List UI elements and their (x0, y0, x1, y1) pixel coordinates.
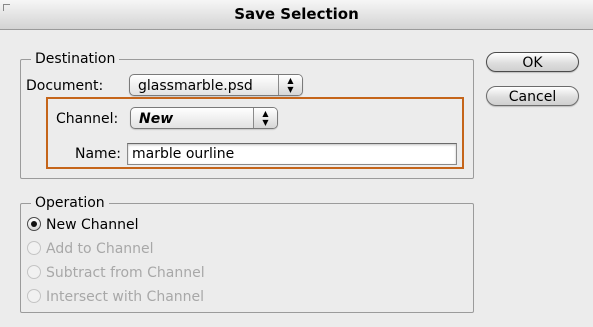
document-label: Document: (26, 78, 104, 94)
channel-popup[interactable]: New ▲ ▼ (130, 107, 278, 129)
radio-intersect-with-channel: Intersect with Channel (27, 288, 204, 306)
title-bar[interactable]: Save Selection (0, 0, 593, 30)
destination-legend: Destination (35, 51, 116, 67)
radio-add-to-channel: Add to Channel (27, 240, 154, 258)
window-corner-icon (3, 4, 10, 11)
radio-label: Subtract from Channel (46, 265, 205, 281)
radio-label: Add to Channel (46, 241, 154, 257)
channel-popup-value: New (139, 111, 174, 127)
radio-icon (27, 265, 41, 279)
save-selection-dialog: Save Selection Destination Document: gla… (0, 0, 593, 327)
name-input[interactable] (127, 143, 457, 165)
document-popup-value: glassmarble.psd (138, 78, 253, 94)
cancel-button[interactable]: Cancel (486, 86, 579, 106)
ok-button[interactable]: OK (486, 52, 579, 72)
radio-label: Intersect with Channel (46, 289, 205, 305)
window-title: Save Selection (234, 5, 359, 23)
operation-legend: Operation (35, 195, 105, 211)
document-popup[interactable]: glassmarble.psd ▲ ▼ (129, 74, 303, 96)
radio-new-channel[interactable]: New Channel (27, 216, 138, 234)
up-down-arrows-icon: ▲ ▼ (253, 108, 277, 128)
radio-icon (27, 241, 41, 255)
radio-icon (27, 289, 41, 303)
radio-label: New Channel (46, 217, 139, 233)
channel-label: Channel: (56, 111, 119, 127)
radio-subtract-from-channel: Subtract from Channel (27, 264, 205, 282)
up-down-arrows-icon: ▲ ▼ (278, 75, 302, 95)
name-label: Name: (75, 146, 122, 162)
radio-selected-icon (27, 217, 41, 231)
